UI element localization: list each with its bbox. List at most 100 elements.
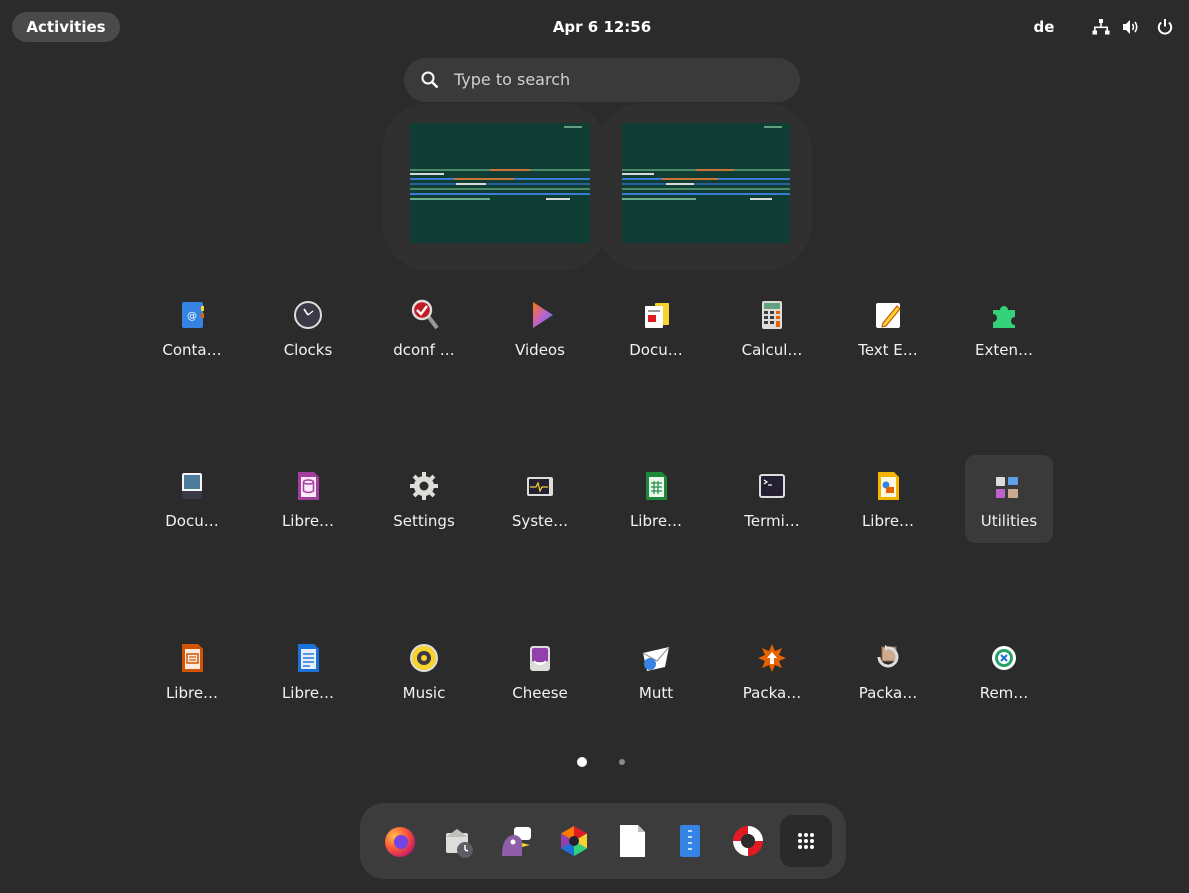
libreoffice-base-icon <box>298 472 319 500</box>
app-libreoffice-impress[interactable]: Libre… <box>148 627 236 715</box>
terminal-icon <box>759 474 785 498</box>
workspace-thumbnail-2[interactable] <box>622 123 790 243</box>
document-viewer-icon <box>645 303 669 328</box>
app-label: Exten… <box>975 341 1033 359</box>
app-extensions[interactable]: Exten… <box>960 284 1048 372</box>
app-music[interactable]: Music <box>380 627 468 715</box>
power-icon[interactable] <box>1156 18 1174 36</box>
app-label: dconf … <box>393 341 455 359</box>
folder-label: Utilities <box>980 512 1038 530</box>
folder-utilities[interactable]: Utilities <box>965 455 1053 543</box>
app-label: Text E… <box>858 341 918 359</box>
app-label: Conta… <box>162 341 222 359</box>
dock-color-picker[interactable] <box>548 815 600 867</box>
app-document-scanner[interactable]: Docu… <box>148 455 236 543</box>
app-system-monitor[interactable]: Syste… <box>496 455 584 543</box>
dconf-editor-icon <box>411 299 439 330</box>
libreoffice-calc-icon <box>646 472 667 500</box>
files-icon <box>620 825 645 857</box>
app-label: Mutt <box>638 684 674 702</box>
app-package-updater[interactable]: Packa… <box>844 627 932 715</box>
app-clocks[interactable]: Clocks <box>264 284 352 372</box>
app-label: Music <box>402 684 446 702</box>
dock-archive-manager[interactable] <box>664 815 716 867</box>
libreoffice-writer-icon <box>298 644 319 672</box>
app-label: Videos <box>515 341 565 359</box>
app-label: Libre… <box>861 512 915 530</box>
show-apps-icon <box>798 833 814 849</box>
app-package-installer[interactable]: Packa… <box>728 627 816 715</box>
app-label: Rem… <box>979 684 1029 702</box>
app-remote-desktop[interactable]: Rem… <box>960 627 1048 715</box>
app-document-viewer[interactable]: Docu… <box>612 284 700 372</box>
app-text-editor[interactable]: Text E… <box>844 284 932 372</box>
app-label: Calcul… <box>741 341 803 359</box>
network-icon[interactable] <box>1092 18 1110 36</box>
app-contacts[interactable]: @ Conta… <box>148 284 236 372</box>
app-libreoffice-calc[interactable]: Libre… <box>612 455 700 543</box>
remote-desktop-icon <box>992 646 1016 670</box>
page-dot[interactable] <box>619 759 625 765</box>
workspace-thumbnail-1[interactable] <box>410 123 590 243</box>
app-label: Cheese <box>512 684 568 702</box>
dock-firefox[interactable] <box>374 815 426 867</box>
archive-icon <box>680 825 700 857</box>
search-placeholder: Type to search <box>454 70 571 89</box>
help-icon <box>733 826 763 856</box>
app-label: Settings <box>393 512 455 530</box>
app-libreoffice-writer[interactable]: Libre… <box>264 627 352 715</box>
dock-files[interactable] <box>606 815 658 867</box>
app-label: Clocks <box>283 341 333 359</box>
app-cheese[interactable]: Cheese <box>496 627 584 715</box>
app-libreoffice-draw[interactable]: Libre… <box>844 455 932 543</box>
app-settings[interactable]: Settings <box>380 455 468 543</box>
svg-text:@: @ <box>187 311 197 322</box>
app-label: Packa… <box>858 684 918 702</box>
page-dot-active[interactable] <box>577 757 587 767</box>
app-terminal[interactable]: Termi… <box>728 455 816 543</box>
libreoffice-impress-icon <box>182 644 203 672</box>
music-icon <box>410 644 438 672</box>
top-bar: Activities Apr 6 12:56 de <box>0 0 1189 52</box>
app-label: Docu… <box>629 341 683 359</box>
app-mutt[interactable]: Mutt <box>612 627 700 715</box>
app-label: Libre… <box>281 512 335 530</box>
app-label: Libre… <box>281 684 335 702</box>
app-label: Syste… <box>511 512 569 530</box>
app-label: Termi… <box>744 512 800 530</box>
app-libreoffice-base[interactable]: Libre… <box>264 455 352 543</box>
clock[interactable]: Apr 6 12:56 <box>520 12 684 42</box>
package-installer-icon <box>758 644 786 672</box>
dock-evolution[interactable] <box>432 815 484 867</box>
color-picker-icon <box>561 826 587 856</box>
pidgin-icon <box>502 827 531 856</box>
app-label: Libre… <box>165 684 219 702</box>
volume-icon[interactable] <box>1122 18 1140 36</box>
package-updater-icon <box>877 645 899 668</box>
app-label: Libre… <box>629 512 683 530</box>
dash-dock <box>360 803 846 879</box>
firefox-icon <box>385 827 415 857</box>
dock-help[interactable] <box>722 815 774 867</box>
evolution-mail-icon <box>446 829 473 858</box>
app-videos[interactable]: Videos <box>496 284 584 372</box>
cheese-icon <box>530 646 550 671</box>
app-dconf-editor[interactable]: dconf … <box>380 284 468 372</box>
system-monitor-icon <box>527 477 553 496</box>
settings-icon <box>410 472 438 500</box>
app-calculator[interactable]: Calcul… <box>728 284 816 372</box>
dock-pidgin[interactable] <box>490 815 542 867</box>
keyboard-layout-indicator[interactable]: de <box>1030 12 1058 42</box>
activities-button[interactable]: Activities <box>12 12 120 42</box>
utilities-folder-icon <box>996 477 1018 498</box>
text-editor-icon <box>876 303 901 328</box>
document-scanner-icon <box>182 473 202 499</box>
dock-show-apps[interactable] <box>780 815 832 867</box>
mutt-icon <box>642 646 670 671</box>
extensions-icon <box>993 306 1015 328</box>
app-label: Docu… <box>165 512 219 530</box>
app-label: Packa… <box>742 684 802 702</box>
calculator-icon <box>762 301 782 329</box>
videos-icon <box>533 302 553 328</box>
search-entry[interactable]: Type to search <box>404 58 800 102</box>
